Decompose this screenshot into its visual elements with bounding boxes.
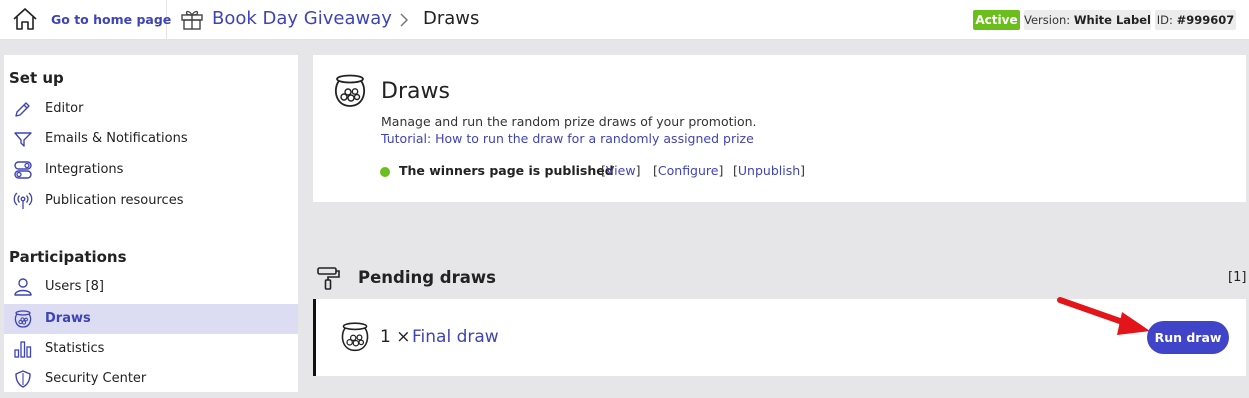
pending-draws-title: Pending draws (358, 268, 496, 287)
pot-icon (14, 310, 32, 328)
status-badge: Active (973, 10, 1020, 30)
participations-heading: Participations (9, 248, 127, 266)
page-description: Manage and run the random prize draws of… (381, 114, 757, 129)
shield-icon (15, 370, 31, 388)
home-icon[interactable] (12, 7, 38, 31)
version-value: White Label (1073, 13, 1152, 27)
toggles-icon (14, 161, 32, 179)
pot-icon (341, 322, 369, 352)
tutorial-link[interactable]: Tutorial: How to run the draw for a rand… (381, 131, 754, 146)
sidebar-item-label: Security Center (45, 371, 147, 386)
sidebar-item-label: Emails & Notifications (45, 131, 188, 146)
sidebar-item-security-center[interactable]: Security Center (4, 364, 298, 394)
id-label: ID: (1156, 13, 1173, 27)
version-chip: Version: White Label (1024, 10, 1151, 30)
sidebar-item-label: Editor (45, 101, 84, 116)
top-bar: Go to home page Book Day Giveaway Draws … (0, 0, 1249, 40)
send-icon (14, 132, 32, 147)
gift-icon (181, 10, 203, 30)
setup-heading: Set up (9, 69, 64, 87)
sidebar-item-draws[interactable]: Draws (4, 304, 298, 334)
sidebar-item-label: Integrations (45, 162, 124, 177)
view-winners-link[interactable]: [View] (601, 163, 640, 178)
annotation-arrow-icon (1057, 297, 1150, 335)
run-draw-button[interactable]: Run draw (1147, 321, 1229, 354)
home-link[interactable]: Go to home page (51, 12, 171, 27)
id-value: #999607 (1176, 13, 1235, 27)
winners-page-status: The winners page is published (399, 163, 614, 178)
unpublish-winners-link[interactable]: [Unpublish] (733, 163, 805, 178)
paint-roller-icon (317, 267, 340, 290)
page-title: Draws (381, 79, 450, 104)
view-link-label: View (605, 163, 636, 178)
breadcrumb-current-page: Draws (423, 8, 480, 29)
home-block[interactable]: Go to home page (0, 0, 171, 40)
draw-quantity: 1 × (380, 327, 411, 347)
pending-draws-count: [1] (1228, 270, 1247, 285)
pot-icon (334, 74, 366, 107)
sidebar-item-label: Statistics (45, 341, 105, 356)
sidebar-item-publication-resources[interactable]: Publication resources (4, 186, 298, 216)
draw-name-link[interactable]: Final draw (412, 327, 499, 347)
configure-link-label: Configure (657, 163, 719, 178)
sidebar-item-label: Users [8] (45, 279, 104, 294)
sidebar-item-editor[interactable]: Editor (4, 94, 298, 124)
published-status-dot (380, 167, 390, 177)
user-icon (14, 278, 32, 296)
sidebar-item-emails-notifications[interactable]: Emails & Notifications (4, 124, 298, 154)
sidebar-item-statistics[interactable]: Statistics (4, 334, 298, 364)
promotion-title-link[interactable]: Book Day Giveaway (212, 8, 392, 29)
configure-winners-link[interactable]: [Configure] (653, 163, 723, 178)
broadcast-icon (13, 192, 33, 209)
sidebar: Set up Editor Emails & Notifications Int… (4, 55, 298, 392)
bar-chart-icon (14, 341, 32, 358)
pencil-icon (15, 102, 30, 117)
unpublish-link-label: Unpublish (737, 163, 801, 178)
draws-intro-card: Draws Manage and run the random prize dr… (313, 55, 1246, 202)
chevron-right-icon (400, 13, 409, 27)
sidebar-item-integrations[interactable]: Integrations (4, 155, 298, 185)
id-chip: ID: #999607 (1155, 10, 1236, 30)
sidebar-item-label: Publication resources (45, 193, 184, 208)
version-label: Version: (1024, 13, 1071, 27)
sidebar-item-label: Draws (45, 311, 91, 326)
sidebar-item-users[interactable]: Users [8] (4, 272, 298, 302)
